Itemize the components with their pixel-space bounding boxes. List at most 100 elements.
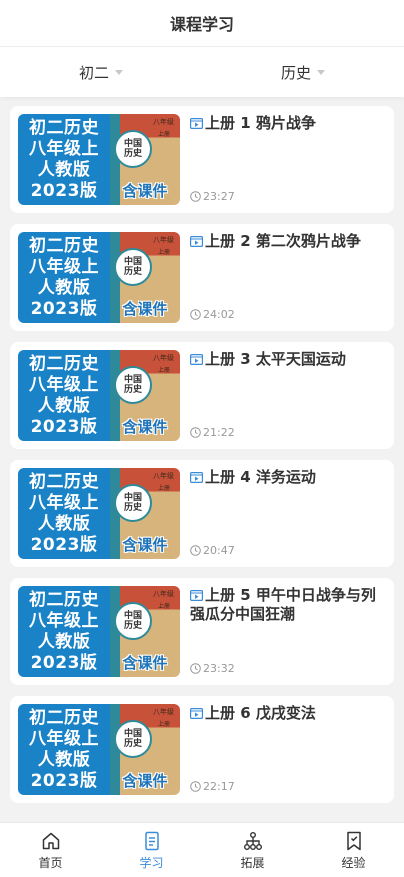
textbook-cover-image: 八年级 上册 中国 历史 含课件 [110, 350, 180, 441]
video-icon [190, 472, 203, 483]
course-duration-text: 23:27 [203, 190, 235, 203]
video-icon [190, 118, 203, 129]
course-title-text: 上册 6 戊戌变法 [205, 704, 316, 722]
thumbnail-line: 八年级上 [29, 610, 99, 631]
cover-grade: 八年级 [153, 708, 174, 716]
course-duration-text: 23:32 [203, 662, 235, 675]
thumbnail-line: 人教版 [37, 513, 91, 534]
thumbnail-line: 2023版 [30, 652, 98, 673]
course-title: 上册 2 第二次鸦片战争 [190, 232, 386, 251]
course-title: 上册 6 戊戌变法 [190, 704, 386, 723]
tab-study-label: 学习 [139, 855, 164, 870]
cover-title-badge: 中国 历史 [114, 720, 152, 758]
course-title: 上册 5 甲午中日战争与列强瓜分中国狂潮 [190, 586, 386, 624]
cover-grade: 八年级 [153, 590, 174, 598]
thumbnail-line: 人教版 [37, 277, 91, 298]
course-title: 上册 4 洋务运动 [190, 468, 386, 487]
course-duration-text: 21:22 [203, 426, 235, 439]
video-icon [190, 354, 203, 365]
clock-icon [190, 781, 201, 792]
clock-icon [190, 191, 201, 202]
thumbnail-line: 初二历史 [29, 235, 99, 256]
course-card[interactable]: 初二历史 八年级上 人教版 2023版 八年级 上册 中国 历史 含课件 上册 … [10, 224, 394, 331]
tab-expand-label: 拓展 [240, 855, 265, 870]
cover-footer-label: 含课件 [122, 772, 168, 790]
course-duration: 24:02 [190, 308, 235, 321]
cover-title-line: 历史 [123, 503, 142, 513]
cover-title-line: 历史 [123, 149, 142, 159]
thumbnail-text-panel: 初二历史 八年级上 人教版 2023版 [18, 350, 110, 441]
course-duration: 23:27 [190, 190, 235, 203]
grade-filter-dropdown[interactable]: 初二 [0, 47, 202, 97]
course-duration-text: 20:47 [203, 544, 235, 557]
cover-footer-label: 含课件 [122, 300, 168, 318]
textbook-cover-image: 八年级 上册 中国 历史 含课件 [110, 114, 180, 205]
tab-experience[interactable]: 经验 [303, 823, 404, 877]
thumbnail-line: 人教版 [37, 749, 91, 770]
cover-title-line: 历史 [123, 267, 142, 277]
thumbnail-line: 八年级上 [29, 728, 99, 749]
cover-volume: 上册 [157, 131, 170, 138]
thumbnail-text-panel: 初二历史 八年级上 人教版 2023版 [18, 232, 110, 323]
course-thumbnail: 初二历史 八年级上 人教版 2023版 八年级 上册 中国 历史 含课件 [18, 114, 180, 205]
video-icon [190, 590, 203, 601]
thumbnail-line: 2023版 [30, 534, 98, 555]
course-title-text: 上册 2 第二次鸦片战争 [205, 232, 361, 250]
cover-title-badge: 中国 历史 [114, 248, 152, 286]
cover-title-badge: 中国 历史 [114, 602, 152, 640]
thumbnail-line: 初二历史 [29, 471, 99, 492]
thumbnail-text-panel: 初二历史 八年级上 人教版 2023版 [18, 704, 110, 795]
textbook-cover-image: 八年级 上册 中国 历史 含课件 [110, 586, 180, 677]
thumbnail-line: 人教版 [37, 159, 91, 180]
cover-title-badge: 中国 历史 [114, 484, 152, 522]
cover-grade: 八年级 [153, 236, 174, 244]
course-card[interactable]: 初二历史 八年级上 人教版 2023版 八年级 上册 中国 历史 含课件 上册 … [10, 578, 394, 685]
clock-icon [190, 427, 201, 438]
subject-filter-dropdown[interactable]: 历史 [202, 47, 404, 97]
page-header: 课程学习 [0, 0, 404, 47]
clock-icon [190, 663, 201, 674]
thumbnail-line: 2023版 [30, 416, 98, 437]
course-thumbnail: 初二历史 八年级上 人教版 2023版 八年级 上册 中国 历史 含课件 [18, 232, 180, 323]
thumbnail-line: 2023版 [30, 770, 98, 791]
cover-title-line: 历史 [123, 739, 142, 749]
tab-home[interactable]: 首页 [0, 823, 101, 877]
cover-volume: 上册 [157, 721, 170, 728]
video-icon [190, 236, 203, 247]
course-thumbnail: 初二历史 八年级上 人教版 2023版 八年级 上册 中国 历史 含课件 [18, 350, 180, 441]
sitemap-icon [243, 831, 262, 850]
thumbnail-line: 八年级上 [29, 138, 99, 159]
course-card[interactable]: 初二历史 八年级上 人教版 2023版 八年级 上册 中国 历史 含课件 上册 … [10, 342, 394, 449]
thumbnail-line: 初二历史 [29, 707, 99, 728]
cover-grade: 八年级 [153, 118, 174, 126]
course-duration-text: 22:17 [203, 780, 235, 793]
cover-title-line: 中国 [123, 139, 142, 149]
textbook-cover-image: 八年级 上册 中国 历史 含课件 [110, 232, 180, 323]
thumbnail-line: 2023版 [30, 298, 98, 319]
course-list: 初二历史 八年级上 人教版 2023版 八年级 上册 中国 历史 含课件 上册 … [10, 106, 394, 814]
page-title: 课程学习 [169, 15, 234, 34]
tab-study[interactable]: 学习 [101, 823, 202, 877]
tab-expand[interactable]: 拓展 [202, 823, 303, 877]
bottom-tab-bar: 首页 学习 拓展 经验 [0, 822, 404, 877]
thumbnail-line: 人教版 [37, 631, 91, 652]
caret-down-icon [115, 69, 123, 75]
course-card[interactable]: 初二历史 八年级上 人教版 2023版 八年级 上册 中国 历史 含课件 上册 … [10, 106, 394, 213]
course-card[interactable]: 初二历史 八年级上 人教版 2023版 八年级 上册 中国 历史 含课件 上册 … [10, 460, 394, 567]
textbook-cover-image: 八年级 上册 中国 历史 含课件 [110, 704, 180, 795]
caret-down-icon [317, 69, 325, 75]
course-card[interactable]: 初二历史 八年级上 人教版 2023版 八年级 上册 中国 历史 含课件 上册 … [10, 696, 394, 803]
thumbnail-line: 初二历史 [29, 589, 99, 610]
cover-title-line: 中国 [123, 257, 142, 267]
course-title-text: 上册 4 洋务运动 [205, 468, 316, 486]
course-title-text: 上册 1 鸦片战争 [205, 114, 316, 132]
subject-filter-label: 历史 [280, 63, 311, 82]
course-title-text: 上册 3 太平天国运动 [205, 350, 346, 368]
cover-title-line: 历史 [123, 621, 142, 631]
course-duration-text: 24:02 [203, 308, 235, 321]
cover-title-badge: 中国 历史 [114, 130, 152, 168]
course-thumbnail: 初二历史 八年级上 人教版 2023版 八年级 上册 中国 历史 含课件 [18, 586, 180, 677]
thumbnail-line: 2023版 [30, 180, 98, 201]
clock-icon [190, 309, 201, 320]
video-icon [190, 708, 203, 719]
